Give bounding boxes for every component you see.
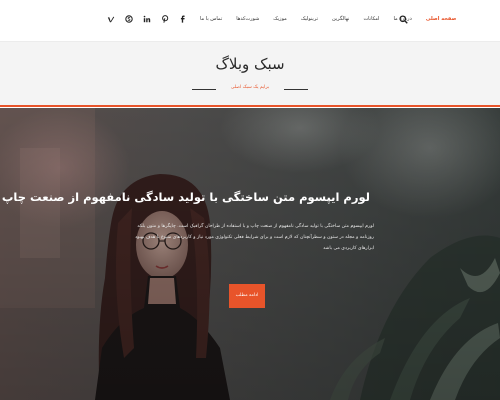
social-links — [106, 13, 188, 25]
hero-title: لورم ایپسوم متن ساختگی با تولید سادگی نا… — [1, 190, 370, 204]
main-nav: تماس با ما شورت‌کدها موزیک ترینولیک نهال… — [200, 14, 456, 24]
nav-item-music[interactable]: موزیک — [273, 14, 287, 24]
header-bar: تماس با ما شورت‌کدها موزیک ترینولیک نهال… — [0, 0, 500, 42]
linkedin-icon[interactable] — [142, 14, 152, 24]
blog-subtitle: برایم یک سبک اصلی — [230, 85, 270, 90]
vimeo-icon[interactable] — [106, 14, 116, 24]
search-button[interactable] — [396, 12, 410, 26]
pinterest-icon[interactable] — [160, 14, 170, 24]
hero-body-text: لورم ایپسوم متن ساختگی با تولید سادگی نا… — [135, 224, 374, 251]
nav-item-contact[interactable]: تماس با ما — [200, 14, 222, 24]
skype-icon[interactable] — [124, 14, 134, 24]
title-divider-right — [284, 89, 308, 90]
nav-item-features[interactable]: امکانات — [363, 14, 379, 24]
nav-item-trending[interactable]: ترینولیک — [301, 14, 318, 24]
hero-background-image — [0, 108, 500, 400]
read-more-button[interactable]: ادامه مطلب — [229, 284, 265, 308]
facebook-icon[interactable] — [178, 14, 188, 24]
blog-title: سبک وبلاگ — [215, 55, 285, 73]
nav-item-home[interactable]: صفحه اصلی — [426, 14, 456, 24]
title-divider-left — [192, 89, 216, 90]
nav-item-shortcodes[interactable]: شورت‌کدها — [236, 14, 259, 24]
hero-section: لورم ایپسوم متن ساختگی با تولید سادگی نا… — [0, 108, 500, 400]
nav-item-green[interactable]: نهالگرین — [332, 14, 349, 24]
search-icon — [398, 14, 408, 24]
blog-title-band: سبک وبلاگ برایم یک سبک اصلی — [0, 42, 500, 107]
